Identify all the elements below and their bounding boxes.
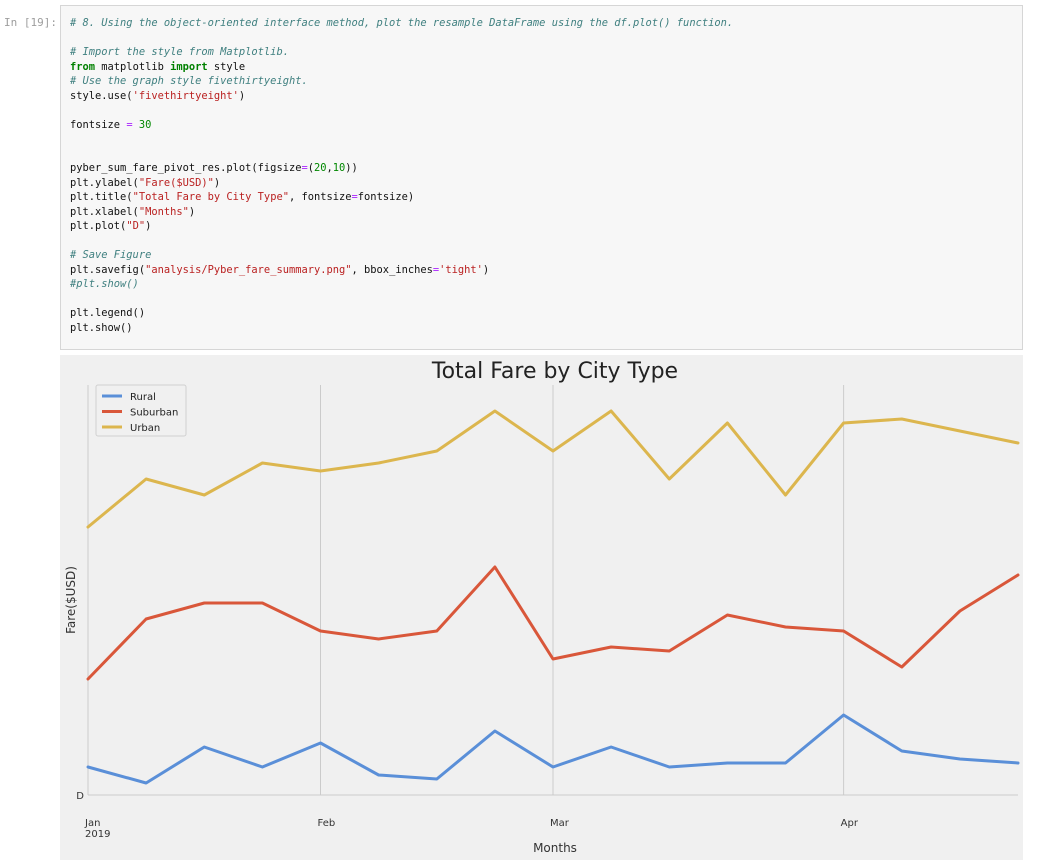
code-cell[interactable]: # 8. Using the object-oriented interface… bbox=[60, 5, 1023, 350]
x-tick-label: Apr bbox=[841, 818, 859, 829]
x-tick-label: Jan bbox=[84, 818, 100, 829]
code-token-plain: ) bbox=[238, 89, 246, 102]
code-token-kw: from bbox=[70, 60, 96, 73]
code-token-plain: fontsize) bbox=[357, 191, 415, 203]
legend: Rural Suburban Urban bbox=[95, 384, 187, 437]
code-token-str: "Months" bbox=[138, 205, 189, 218]
code-token-str: 'tight' bbox=[439, 263, 483, 276]
code-token-plain: plt.xlabel( bbox=[70, 205, 139, 218]
code-token-plain: pyber_sum_fare_pivot_res.plot(figsize bbox=[70, 162, 302, 174]
legend-label-rural: Rural bbox=[130, 392, 156, 403]
legend-label-urban: Urban bbox=[130, 423, 160, 434]
code-line: style.use('fivethirtyeight') bbox=[70, 89, 733, 104]
code-token-comment: # 8. Using the object-oriented interface… bbox=[70, 17, 734, 29]
code-token-comment: #plt.show() bbox=[70, 278, 139, 290]
code-token-plain: plt.legend() bbox=[70, 307, 146, 319]
code-line: plt.xlabel("Months") bbox=[70, 205, 733, 220]
code-token-num: 30 bbox=[138, 118, 152, 131]
code-line: # 8. Using the object-oriented interface… bbox=[70, 16, 733, 31]
y-axis-label: Fare($USD) bbox=[64, 566, 78, 634]
code-token-plain: plt.title( bbox=[70, 191, 133, 203]
code-token-comment: # Save Figure bbox=[70, 249, 152, 261]
code-token-plain: ) bbox=[145, 220, 152, 232]
code-token-plain: plt.savefig( bbox=[70, 263, 146, 276]
output-area: Total Fare by City Type Fare($USD) Month… bbox=[60, 355, 1023, 860]
figure-background bbox=[60, 355, 1023, 860]
code-token-plain: style.use( bbox=[70, 89, 133, 102]
code-token-str: "Fare($USD)" bbox=[138, 176, 214, 189]
code-line: pyber_sum_fare_pivot_res.plot(figsize=(2… bbox=[70, 161, 733, 176]
code-editor[interactable]: # 8. Using the object-oriented interface… bbox=[70, 16, 733, 335]
code-line: plt.ylabel("Fare($USD)") bbox=[70, 176, 733, 191]
code-token-plain: , bbox_inches bbox=[351, 263, 433, 276]
code-token-num: 20 bbox=[314, 162, 327, 174]
code-token-plain: fontsize bbox=[70, 118, 127, 131]
code-token-num: 10 bbox=[332, 162, 346, 174]
code-token-plain: ) bbox=[188, 205, 196, 218]
code-token-plain: plt.show() bbox=[70, 321, 133, 334]
code-token-comment: # Import the style from Matplotlib. bbox=[70, 46, 289, 58]
code-token-plain: matplotlib bbox=[95, 60, 171, 73]
code-line: plt.show() bbox=[70, 321, 733, 336]
x-axis-label: Months bbox=[533, 841, 577, 855]
y-tick-label: D bbox=[76, 791, 84, 802]
code-line: #plt.show() bbox=[70, 277, 733, 292]
code-token-plain: ) bbox=[213, 176, 221, 189]
code-line: plt.legend() bbox=[70, 306, 733, 321]
line-chart: Total Fare by City Type Fare($USD) Month… bbox=[60, 355, 1023, 860]
code-token-plain: ) bbox=[482, 263, 490, 276]
code-token-str: "Total Fare by City Type" bbox=[132, 191, 289, 203]
code-token-str: 'fivethirtyeight' bbox=[132, 89, 239, 102]
x-tick-sublabel: 2019 bbox=[85, 829, 110, 840]
y-tick-labels: D bbox=[76, 791, 84, 802]
code-line: plt.title("Total Fare by City Type", fon… bbox=[70, 190, 733, 205]
legend-label-suburban: Suburban bbox=[130, 408, 178, 419]
code-token-plain: style bbox=[207, 60, 246, 73]
x-tick-label: Feb bbox=[318, 818, 336, 829]
code-token-plain: plt.ylabel( bbox=[70, 176, 139, 189]
code-token-plain: , fontsize bbox=[288, 191, 352, 203]
code-line: # Use the graph style fivethirtyeight. bbox=[70, 74, 733, 89]
code-line: fontsize = 30 bbox=[70, 118, 733, 133]
code-line: plt.savefig("analysis/Pyber_fare_summary… bbox=[70, 263, 733, 278]
code-token-plain: )) bbox=[345, 162, 358, 174]
chart-title: Total Fare by City Type bbox=[431, 359, 678, 384]
code-line: # Import the style from Matplotlib. bbox=[70, 45, 733, 60]
code-token-plain: plt.plot( bbox=[70, 220, 127, 232]
code-line: # Save Figure bbox=[70, 248, 733, 263]
x-tick-label: Mar bbox=[550, 818, 570, 829]
code-token-str: "D" bbox=[126, 220, 146, 232]
code-token-kw: import bbox=[170, 60, 208, 73]
code-token-str: "analysis/Pyber_fare_summary.png" bbox=[145, 263, 352, 276]
code-line: plt.plot("D") bbox=[70, 219, 733, 234]
code-line: from matplotlib import style bbox=[70, 60, 733, 75]
cell-prompt: In [19]: bbox=[4, 16, 57, 29]
code-token-comment: # Use the graph style fivethirtyeight. bbox=[70, 75, 308, 87]
